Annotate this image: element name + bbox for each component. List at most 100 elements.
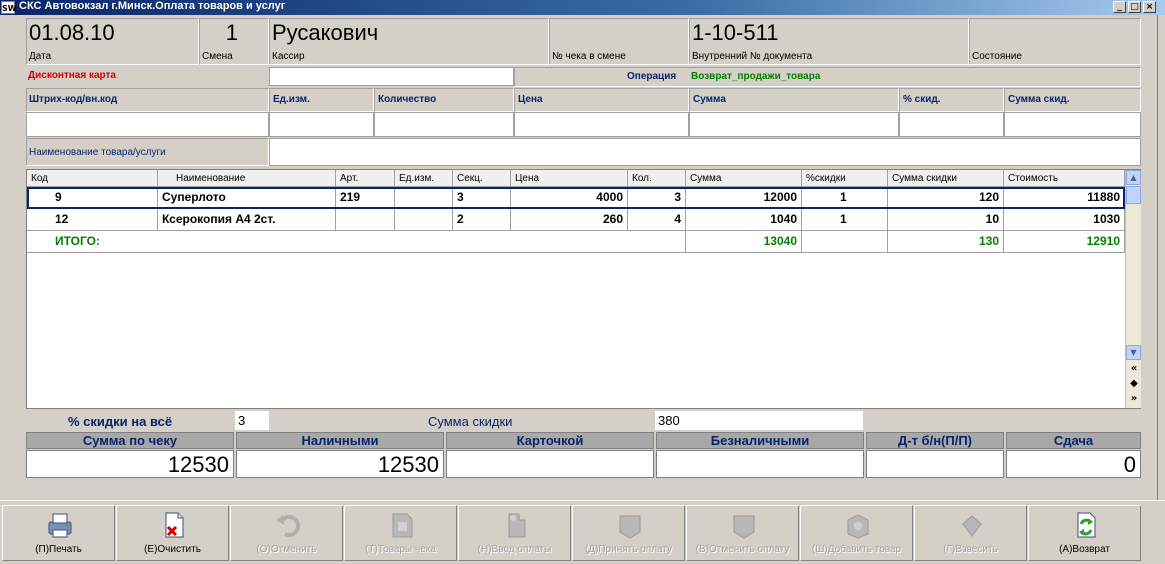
operation-label: Операция bbox=[627, 71, 677, 82]
sum-label-cell: Сумма bbox=[689, 88, 899, 112]
date-cell: 01.08.10 Дата bbox=[26, 18, 199, 65]
barcode-label: Штрих-код/вн.код bbox=[29, 94, 118, 105]
nav-first-icon[interactable]: « bbox=[1128, 363, 1140, 375]
undo-label: (О)Отменить bbox=[256, 544, 317, 555]
col-article[interactable]: Арт. bbox=[336, 170, 395, 187]
unit-label: Ед.изм. bbox=[273, 94, 310, 105]
cell-code[interactable]: 12 bbox=[27, 209, 158, 231]
price-label-cell: Цена bbox=[514, 88, 689, 112]
date-value: 01.08.10 bbox=[29, 20, 115, 45]
disc-sum-label-cell: Сумма скид. bbox=[1004, 88, 1141, 112]
col-unit[interactable]: Ед.изм. bbox=[395, 170, 453, 187]
cell-disc-pct[interactable]: 1 bbox=[802, 187, 888, 209]
col-name[interactable]: Наименование bbox=[158, 170, 336, 187]
debit-header: Д-т б/н(П/П) bbox=[866, 432, 1004, 449]
cell-section[interactable]: 3 bbox=[453, 187, 511, 209]
price-label: Цена bbox=[518, 94, 543, 105]
cell-disc-sum[interactable]: 120 bbox=[888, 187, 1004, 209]
disc-pct-label: % скид. bbox=[903, 94, 941, 105]
document-number: 1-10-511 bbox=[692, 20, 779, 45]
discount-card-label: Дисконтная карта bbox=[28, 70, 116, 81]
qty-input[interactable] bbox=[374, 112, 514, 137]
cell-unit[interactable] bbox=[395, 209, 453, 231]
price-input[interactable] bbox=[514, 112, 689, 137]
nav-current-icon[interactable]: ◆ bbox=[1128, 378, 1140, 390]
print-button[interactable]: (П)Печать bbox=[2, 505, 115, 561]
discount-all-input[interactable]: 3 bbox=[235, 411, 269, 430]
shift-cell: 1 Смена bbox=[199, 18, 269, 65]
cell-cost[interactable]: 11880 bbox=[1004, 187, 1125, 209]
state-label: Состояние bbox=[972, 51, 1022, 62]
scale-icon bbox=[962, 515, 982, 537]
total-disc-pct bbox=[802, 231, 888, 253]
cell-sum[interactable]: 12000 bbox=[686, 187, 802, 209]
cell-qty[interactable]: 4 bbox=[628, 209, 686, 231]
window-scrollbar[interactable] bbox=[1157, 15, 1165, 500]
cell-cost[interactable]: 1030 bbox=[1004, 209, 1125, 231]
qty-label-cell: Количество bbox=[374, 88, 514, 112]
cell-name[interactable]: Ксерокопия А4 2ст. bbox=[158, 209, 336, 231]
app-icon[interactable]: SW bbox=[1, 1, 17, 14]
cell-sum[interactable]: 1040 bbox=[686, 209, 802, 231]
product-name-input[interactable] bbox=[269, 138, 1141, 166]
cell-section[interactable]: 2 bbox=[453, 209, 511, 231]
add-item-icon bbox=[847, 514, 869, 539]
scroll-up-icon[interactable]: ▲ bbox=[1126, 170, 1141, 185]
total-label: ИТОГО: bbox=[27, 231, 686, 253]
cell-disc-pct[interactable]: 1 bbox=[802, 209, 888, 231]
unit-input[interactable] bbox=[269, 112, 374, 137]
items-grid[interactable]: Код Наименование Арт. Ед.изм. Секц. Цена… bbox=[26, 169, 1141, 409]
cashless-input[interactable] bbox=[656, 450, 864, 478]
cell-article[interactable]: 219 bbox=[336, 187, 395, 209]
close-button[interactable]: × bbox=[1143, 1, 1156, 13]
col-sum[interactable]: Сумма bbox=[686, 170, 802, 187]
discount-card-input[interactable] bbox=[269, 67, 514, 86]
enter-payment-button[interactable]: (Н)Ввод оплаты bbox=[458, 505, 571, 561]
check-sum-value: 12530 bbox=[26, 450, 234, 478]
cell-code[interactable]: 9 bbox=[27, 187, 158, 209]
weigh-button[interactable]: (Г)Взвесить bbox=[914, 505, 1027, 561]
cell-article[interactable] bbox=[336, 209, 395, 231]
discount-sum-value: 380 bbox=[655, 411, 863, 430]
disc-sum-input[interactable] bbox=[1004, 112, 1141, 137]
col-section[interactable]: Секц. bbox=[453, 170, 511, 187]
cell-price[interactable]: 4000 bbox=[511, 187, 628, 209]
cell-qty[interactable]: 3 bbox=[628, 187, 686, 209]
accept-payment-button[interactable]: (Д)Принять оплату bbox=[572, 505, 685, 561]
sum-input[interactable] bbox=[689, 112, 899, 137]
cell-price[interactable]: 260 bbox=[511, 209, 628, 231]
add-item-button[interactable]: (Ш)Добавить товар bbox=[800, 505, 913, 561]
col-qty[interactable]: Кол. bbox=[628, 170, 686, 187]
return-button[interactable]: (А)Возврат bbox=[1028, 505, 1141, 561]
cell-name[interactable]: Суперлото bbox=[158, 187, 336, 209]
cell-unit[interactable] bbox=[395, 187, 453, 209]
undo-button[interactable]: (О)Отменить bbox=[230, 505, 343, 561]
debit-input[interactable] bbox=[866, 450, 1004, 478]
card-input[interactable] bbox=[446, 450, 654, 478]
cell-disc-sum[interactable]: 10 bbox=[888, 209, 1004, 231]
disc-pct-input[interactable] bbox=[899, 112, 1004, 137]
col-price[interactable]: Цена bbox=[511, 170, 628, 187]
total-cost: 12910 bbox=[1004, 231, 1125, 253]
check-items-button[interactable]: (Т)Товары чека bbox=[344, 505, 457, 561]
date-label: Дата bbox=[29, 51, 52, 62]
barcode-input[interactable] bbox=[26, 112, 269, 137]
minimize-button[interactable]: _ bbox=[1113, 1, 1126, 13]
scroll-down-icon[interactable]: ▼ bbox=[1126, 345, 1141, 360]
disc-pct-label-cell: % скид. bbox=[899, 88, 1004, 112]
cancel-payment-button[interactable]: (В)Отменить оплату bbox=[686, 505, 799, 561]
grid-scrollbar[interactable]: ▲ ▼ « ◆ » bbox=[1125, 170, 1141, 408]
clear-button[interactable]: (Е)Очистить bbox=[116, 505, 229, 561]
clear-document-icon bbox=[165, 512, 184, 538]
shift-label: Смена bbox=[202, 51, 233, 62]
col-cost[interactable]: Стоимость bbox=[1004, 170, 1125, 187]
window-title: СКС Автовокзал г.Минск.Оплата товаров и … bbox=[19, 0, 286, 12]
col-disc-sum[interactable]: Сумма скидки bbox=[888, 170, 1004, 187]
maximize-button[interactable]: □ bbox=[1128, 1, 1141, 13]
nav-last-icon[interactable]: » bbox=[1128, 393, 1140, 405]
cash-input[interactable]: 12530 bbox=[236, 450, 444, 478]
col-code[interactable]: Код bbox=[27, 170, 158, 187]
scroll-thumb[interactable] bbox=[1126, 186, 1141, 204]
unit-label-cell: Ед.изм. bbox=[269, 88, 374, 112]
col-disc-pct[interactable]: %скидки bbox=[802, 170, 888, 187]
